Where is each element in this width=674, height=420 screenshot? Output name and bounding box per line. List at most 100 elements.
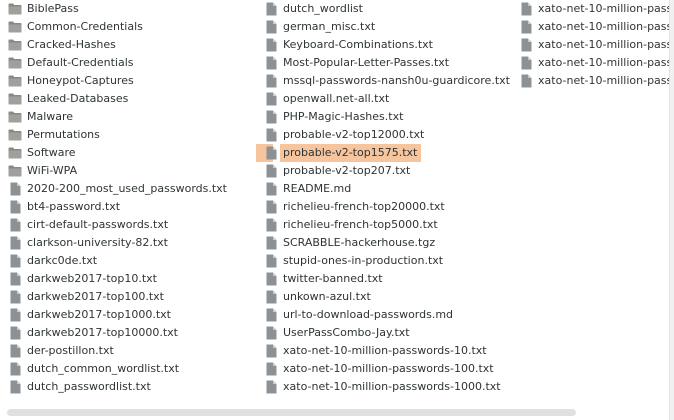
text-file-icon [8,217,22,233]
file-item[interactable]: PHP-Magic-Hashes.txt [264,108,520,126]
text-file-icon [8,199,22,215]
file-item[interactable]: url-to-download-passwords.md [264,306,520,324]
folder-icon [8,127,22,143]
file-item[interactable]: stupid-ones-in-production.txt [264,252,520,270]
item-label: darkweb2017-top10.txt [27,272,157,285]
item-label: Default-Credentials [27,56,134,69]
file-column-2: dutch_wordlist german_misc.txt Keyboard-Co… [256,0,520,396]
file-item[interactable]: twitter-banned.txt [264,270,520,288]
item-label: BiblePass [27,2,79,15]
text-file-icon [264,163,278,179]
horizontal-scrollbar[interactable] [0,406,674,420]
item-label: Leaked-Databases [27,92,129,105]
text-file-icon [519,37,533,53]
file-item[interactable]: darkweb2017-top10000.txt [8,324,256,342]
file-item[interactable]: darkc0de.txt [8,252,256,270]
folder-icon [8,19,22,35]
folder-item[interactable]: Malware [8,108,256,126]
file-item[interactable]: german_misc.txt [264,18,520,36]
file-item[interactable]: darkweb2017-top1000.txt [8,306,256,324]
file-item[interactable]: xato-net-10-million-passwords-100000.txt [519,18,674,36]
file-item[interactable]: README.md [264,180,520,198]
folder-item[interactable]: BiblePass [8,0,256,18]
file-item[interactable]: xato-net-10-million-passwords-dup.txt [519,54,674,72]
scrollbar-thumb[interactable] [7,409,576,416]
file-item[interactable]: richelieu-french-top20000.txt [264,198,520,216]
file-item[interactable]: xato-net-10-million-passwords-1000000.tx… [519,36,674,54]
file-item[interactable]: darkweb2017-top100.txt [8,288,256,306]
file-item[interactable]: clarkson-university-82.txt [8,234,256,252]
folder-item[interactable]: Permutations [8,126,256,144]
file-item[interactable]: dutch_wordlist [264,0,520,18]
item-label: der-postillon.txt [27,344,114,357]
file-item[interactable]: 2020-200_most_used_passwords.txt [8,180,256,198]
file-item[interactable]: der-postillon.txt [8,342,256,360]
text-file-icon [264,217,278,233]
text-file-icon [519,1,533,17]
text-file-icon [264,253,278,269]
folder-item[interactable]: Leaked-Databases [8,90,256,108]
file-item[interactable]: Most-Popular-Letter-Passes.txt [264,54,520,72]
item-label: bt4-password.txt [27,200,121,213]
item-label: dutch_wordlist [283,2,363,15]
item-label: mssql-passwords-nansh0u-guardicore.txt [283,74,510,87]
folder-item[interactable]: Honeypot-Captures [8,72,256,90]
file-item[interactable]: xato-net-10-million-passwords-100.txt [264,360,520,378]
file-item[interactable]: Keyboard-Combinations.txt [264,36,520,54]
file-item[interactable]: xato-net-10-million-passwords-10.txt [264,342,520,360]
item-label: clarkson-university-82.txt [27,236,168,249]
item-label: unkown-azul.txt [283,290,371,303]
folder-item[interactable]: Software [8,144,256,162]
file-item[interactable]: unkown-azul.txt [264,288,520,306]
file-item[interactable]: mssql-passwords-nansh0u-guardicore.txt [264,72,520,90]
item-label: xato-net-10-million-passwords-1000000.tx… [538,38,674,51]
file-item[interactable]: SCRABBLE-hackerhouse.tgz [264,234,520,252]
item-label: Malware [27,110,74,123]
file-item[interactable]: probable-v2-top207.txt [264,162,520,180]
file-item[interactable]: darkweb2017-top10.txt [8,270,256,288]
text-file-icon [264,127,278,143]
text-file-icon [264,145,278,161]
file-icon-view[interactable]: BiblePass Common-Credentials Cracked-Hashe… [0,0,674,405]
item-label: Permutations [27,128,100,141]
file-column-1: BiblePass Common-Credentials Cracked-Hashe… [8,0,256,396]
item-label: stupid-ones-in-production.txt [283,254,444,267]
item-label: dutch_common_wordlist.txt [27,362,180,375]
text-file-icon [8,307,22,323]
file-item[interactable]: dutch_common_wordlist.txt [8,360,256,378]
text-file-icon [519,19,533,35]
folder-item[interactable]: Cracked-Hashes [8,36,256,54]
text-file-icon [8,361,22,377]
text-file-icon [8,379,22,395]
item-label: Common-Credentials [27,20,143,33]
file-item[interactable]: richelieu-french-top5000.txt [264,216,520,234]
folder-item[interactable]: Default-Credentials [8,54,256,72]
text-file-icon [519,73,533,89]
file-item[interactable]: probable-v2-top12000.txt [264,126,520,144]
text-file-icon [8,343,22,359]
item-label: Most-Popular-Letter-Passes.txt [283,56,450,69]
file-item[interactable]: xato-net-10-million-passwords-10000.txt [519,0,674,18]
text-file-icon [264,55,278,71]
folder-item[interactable]: WiFi-WPA [8,162,256,180]
text-file-icon [8,181,22,197]
folder-item[interactable]: Common-Credentials [8,18,256,36]
item-label: probable-v2-top1575.txt [280,144,422,162]
item-label: twitter-banned.txt [283,272,383,285]
file-item[interactable]: xato-net-10-million-passwords.txt [519,72,674,90]
item-label: xato-net-10-million-passwords-100000.txt [538,20,674,33]
file-item[interactable]: openwall.net-all.txt [264,90,520,108]
text-file-icon [8,325,22,341]
folder-icon [8,109,22,125]
folder-icon [8,91,22,107]
item-label: xato-net-10-million-passwords-10.txt [283,344,487,357]
file-item[interactable]: UserPassCombo-Jay.txt [264,324,520,342]
text-file-icon [264,199,278,215]
file-item[interactable]: xato-net-10-million-passwords-1000.txt [264,378,520,396]
file-item[interactable]: cirt-default-passwords.txt [8,216,256,234]
file-item[interactable]: bt4-password.txt [8,198,256,216]
file-item[interactable]: probable-v2-top1575.txt [256,144,520,162]
text-file-icon [8,271,22,287]
item-label: xato-net-10-million-passwords.txt [538,74,674,87]
file-item[interactable]: dutch_passwordlist.txt [8,378,256,396]
